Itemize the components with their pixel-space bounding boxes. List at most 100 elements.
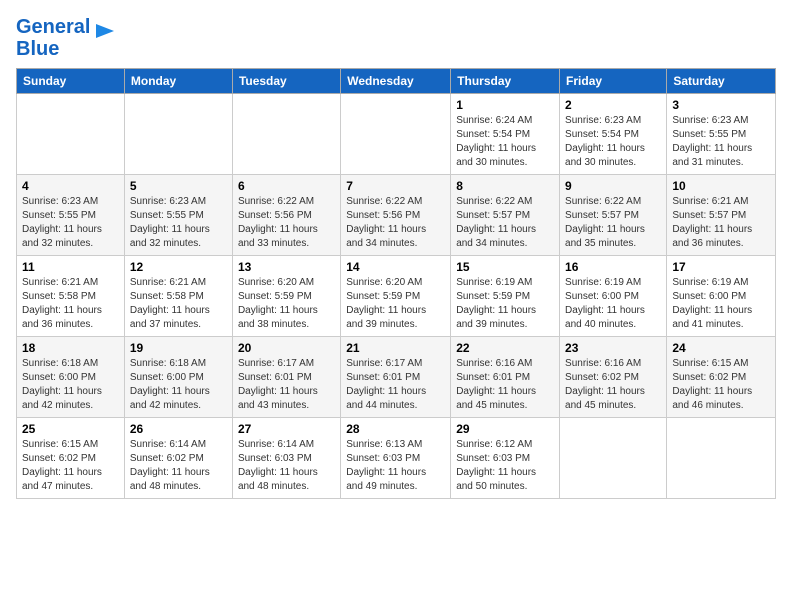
day-number: 18: [22, 341, 119, 355]
day-number: 24: [672, 341, 770, 355]
calendar-cell: 14 Sunrise: 6:20 AM Sunset: 5:59 PM Dayli…: [341, 256, 451, 337]
calendar-cell: 27 Sunrise: 6:14 AM Sunset: 6:03 PM Dayli…: [232, 418, 340, 499]
day-number: 8: [456, 179, 554, 193]
day-number: 29: [456, 422, 554, 436]
day-number: 5: [130, 179, 227, 193]
calendar-cell: 13 Sunrise: 6:20 AM Sunset: 5:59 PM Dayli…: [232, 256, 340, 337]
calendar-week-4: 18 Sunrise: 6:18 AM Sunset: 6:00 PM Dayli…: [17, 337, 776, 418]
calendar-cell: [124, 94, 232, 175]
day-info: Sunrise: 6:14 AM Sunset: 6:02 PM Dayligh…: [130, 438, 227, 494]
calendar-week-3: 11 Sunrise: 6:21 AM Sunset: 5:58 PM Dayli…: [17, 256, 776, 337]
calendar-cell: 16 Sunrise: 6:19 AM Sunset: 6:00 PM Dayli…: [560, 256, 667, 337]
calendar-cell: 3 Sunrise: 6:23 AM Sunset: 5:55 PM Daylig…: [667, 94, 776, 175]
day-info: Sunrise: 6:19 AM Sunset: 6:00 PM Dayligh…: [672, 276, 770, 332]
calendar-header-thursday: Thursday: [451, 69, 560, 94]
calendar-header-tuesday: Tuesday: [232, 69, 340, 94]
day-info: Sunrise: 6:13 AM Sunset: 6:03 PM Dayligh…: [346, 438, 445, 494]
day-info: Sunrise: 6:21 AM Sunset: 5:58 PM Dayligh…: [130, 276, 227, 332]
day-info: Sunrise: 6:17 AM Sunset: 6:01 PM Dayligh…: [238, 357, 335, 413]
calendar-cell: 26 Sunrise: 6:14 AM Sunset: 6:02 PM Dayli…: [124, 418, 232, 499]
calendar-header-saturday: Saturday: [667, 69, 776, 94]
calendar-cell: [17, 94, 125, 175]
calendar-header-friday: Friday: [560, 69, 667, 94]
day-number: 13: [238, 260, 335, 274]
calendar-cell: [232, 94, 340, 175]
calendar-cell: 25Sunrise: 6:15 AM Sunset: 6:02 PM Dayli…: [17, 418, 125, 499]
calendar-cell: 7Sunrise: 6:22 AM Sunset: 5:56 PM Daylig…: [341, 175, 451, 256]
day-info: Sunrise: 6:23 AM Sunset: 5:54 PM Dayligh…: [565, 114, 661, 170]
calendar-header-row: SundayMondayTuesdayWednesdayThursdayFrid…: [17, 69, 776, 94]
calendar-cell: 10Sunrise: 6:21 AM Sunset: 5:57 PM Dayli…: [667, 175, 776, 256]
day-info: Sunrise: 6:14 AM Sunset: 6:03 PM Dayligh…: [238, 438, 335, 494]
day-number: 2: [565, 98, 661, 112]
day-info: Sunrise: 6:23 AM Sunset: 5:55 PM Dayligh…: [130, 195, 227, 251]
day-info: Sunrise: 6:22 AM Sunset: 5:56 PM Dayligh…: [238, 195, 335, 251]
calendar-cell: [341, 94, 451, 175]
day-info: Sunrise: 6:18 AM Sunset: 6:00 PM Dayligh…: [130, 357, 227, 413]
day-number: 16: [565, 260, 661, 274]
day-number: 22: [456, 341, 554, 355]
day-info: Sunrise: 6:22 AM Sunset: 5:57 PM Dayligh…: [565, 195, 661, 251]
day-info: Sunrise: 6:15 AM Sunset: 6:02 PM Dayligh…: [672, 357, 770, 413]
calendar-cell: 23 Sunrise: 6:16 AM Sunset: 6:02 PM Dayli…: [560, 337, 667, 418]
calendar-cell: 28 Sunrise: 6:13 AM Sunset: 6:03 PM Dayli…: [341, 418, 451, 499]
day-number: 21: [346, 341, 445, 355]
calendar-cell: 2 Sunrise: 6:23 AM Sunset: 5:54 PM Daylig…: [560, 94, 667, 175]
day-info: Sunrise: 6:24 AM Sunset: 5:54 PM Dayligh…: [456, 114, 554, 170]
day-info: Sunrise: 6:19 AM Sunset: 5:59 PM Dayligh…: [456, 276, 554, 332]
calendar-cell: 9 Sunrise: 6:22 AM Sunset: 5:57 PM Daylig…: [560, 175, 667, 256]
day-number: 1: [456, 98, 554, 112]
calendar-cell: 21 Sunrise: 6:17 AM Sunset: 6:01 PM Dayli…: [341, 337, 451, 418]
calendar-cell: [667, 418, 776, 499]
calendar-cell: 1 Sunrise: 6:24 AM Sunset: 5:54 PM Daylig…: [451, 94, 560, 175]
calendar-header-sunday: Sunday: [17, 69, 125, 94]
calendar-cell: 18Sunrise: 6:18 AM Sunset: 6:00 PM Dayli…: [17, 337, 125, 418]
day-info: Sunrise: 6:16 AM Sunset: 6:02 PM Dayligh…: [565, 357, 661, 413]
day-number: 23: [565, 341, 661, 355]
calendar-cell: 4Sunrise: 6:23 AM Sunset: 5:55 PM Daylig…: [17, 175, 125, 256]
calendar-cell: 5 Sunrise: 6:23 AM Sunset: 5:55 PM Daylig…: [124, 175, 232, 256]
day-info: Sunrise: 6:22 AM Sunset: 5:56 PM Dayligh…: [346, 195, 445, 251]
day-number: 26: [130, 422, 227, 436]
day-info: Sunrise: 6:17 AM Sunset: 6:01 PM Dayligh…: [346, 357, 445, 413]
calendar-week-2: 4Sunrise: 6:23 AM Sunset: 5:55 PM Daylig…: [17, 175, 776, 256]
day-number: 11: [22, 260, 119, 274]
calendar-cell: 20 Sunrise: 6:17 AM Sunset: 6:01 PM Dayli…: [232, 337, 340, 418]
calendar-cell: 11 Sunrise: 6:21 AM Sunset: 5:58 PM Dayli…: [17, 256, 125, 337]
day-number: 3: [672, 98, 770, 112]
day-number: 27: [238, 422, 335, 436]
logo-text: GeneralBlue: [16, 16, 90, 60]
day-number: 19: [130, 341, 227, 355]
day-info: Sunrise: 6:22 AM Sunset: 5:57 PM Dayligh…: [456, 195, 554, 251]
day-number: 6: [238, 179, 335, 193]
calendar-cell: 29 Sunrise: 6:12 AM Sunset: 6:03 PM Dayli…: [451, 418, 560, 499]
day-number: 17: [672, 260, 770, 274]
day-info: Sunrise: 6:19 AM Sunset: 6:00 PM Dayligh…: [565, 276, 661, 332]
calendar-header-wednesday: Wednesday: [341, 69, 451, 94]
day-number: 28: [346, 422, 445, 436]
calendar-cell: 19 Sunrise: 6:18 AM Sunset: 6:00 PM Dayli…: [124, 337, 232, 418]
day-info: Sunrise: 6:16 AM Sunset: 6:01 PM Dayligh…: [456, 357, 554, 413]
calendar-table: SundayMondayTuesdayWednesdayThursdayFrid…: [16, 68, 776, 499]
day-number: 20: [238, 341, 335, 355]
calendar-cell: 22 Sunrise: 6:16 AM Sunset: 6:01 PM Dayli…: [451, 337, 560, 418]
calendar-header-monday: Monday: [124, 69, 232, 94]
day-number: 12: [130, 260, 227, 274]
calendar-cell: 17 Sunrise: 6:19 AM Sunset: 6:00 PM Dayli…: [667, 256, 776, 337]
day-number: 15: [456, 260, 554, 274]
day-info: Sunrise: 6:21 AM Sunset: 5:58 PM Dayligh…: [22, 276, 119, 332]
day-info: Sunrise: 6:12 AM Sunset: 6:03 PM Dayligh…: [456, 438, 554, 494]
calendar-cell: 6 Sunrise: 6:22 AM Sunset: 5:56 PM Daylig…: [232, 175, 340, 256]
day-info: Sunrise: 6:23 AM Sunset: 5:55 PM Dayligh…: [672, 114, 770, 170]
day-info: Sunrise: 6:15 AM Sunset: 6:02 PM Dayligh…: [22, 438, 119, 494]
day-number: 14: [346, 260, 445, 274]
logo-icon: [94, 20, 116, 42]
day-number: 9: [565, 179, 661, 193]
calendar-cell: 12 Sunrise: 6:21 AM Sunset: 5:58 PM Dayli…: [124, 256, 232, 337]
day-info: Sunrise: 6:20 AM Sunset: 5:59 PM Dayligh…: [346, 276, 445, 332]
day-info: Sunrise: 6:23 AM Sunset: 5:55 PM Dayligh…: [22, 195, 119, 251]
calendar-cell: 15 Sunrise: 6:19 AM Sunset: 5:59 PM Dayli…: [451, 256, 560, 337]
day-info: Sunrise: 6:20 AM Sunset: 5:59 PM Dayligh…: [238, 276, 335, 332]
logo-area: GeneralBlue: [16, 16, 116, 60]
day-info: Sunrise: 6:21 AM Sunset: 5:57 PM Dayligh…: [672, 195, 770, 251]
